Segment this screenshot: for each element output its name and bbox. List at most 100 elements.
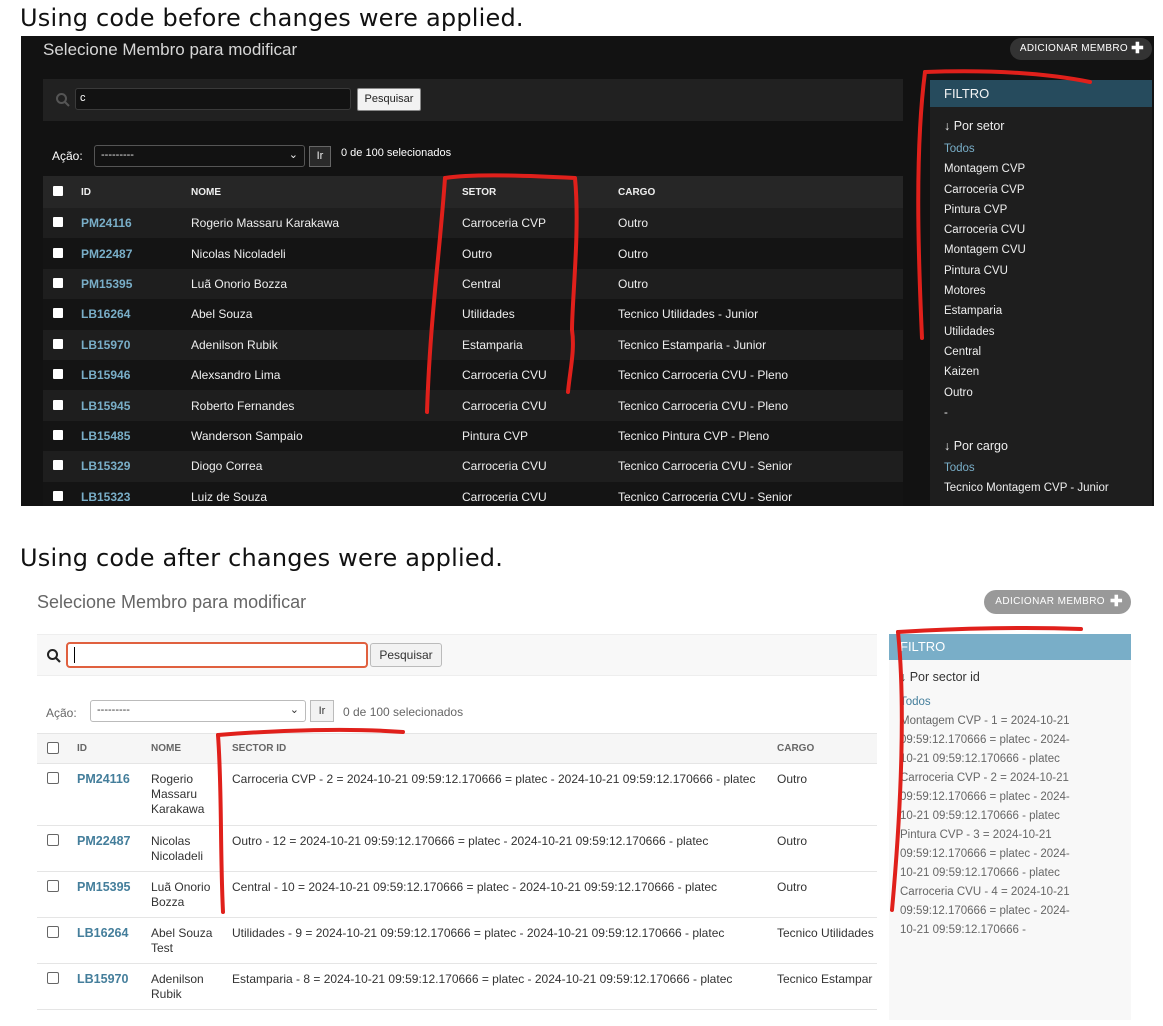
select-all-checkbox[interactable]: [47, 742, 59, 754]
member-id-link[interactable]: PM15395: [77, 880, 131, 894]
filter-item[interactable]: Central: [930, 346, 1152, 366]
search-button[interactable]: Pesquisar: [357, 88, 421, 111]
column-header-id[interactable]: ID: [77, 733, 151, 764]
page-title: Selecione Membro para modificar: [43, 40, 298, 59]
member-id-link[interactable]: PM24116: [81, 216, 132, 230]
column-header-cargo[interactable]: CARGO: [777, 733, 877, 764]
row-nome-cell: Nicolas Nicoladeli: [151, 825, 232, 872]
row-setor-cell: Carroceria CVP: [462, 216, 547, 231]
row-checkbox[interactable]: [47, 880, 59, 892]
go-button[interactable]: Ir: [310, 700, 334, 722]
filter-item[interactable]: Pintura CVU: [930, 265, 1152, 285]
row-checkbox[interactable]: [53, 308, 63, 319]
filter-item[interactable]: Carroceria CVU: [930, 224, 1152, 244]
table-row: LB15946 Alexsandro Lima Carroceria CVU Tecn…: [43, 359, 903, 391]
filter-item[interactable]: Estamparia: [930, 305, 1152, 325]
search-input[interactable]: [66, 642, 368, 668]
member-id-link[interactable]: LB15946: [81, 368, 130, 382]
filter-item-all[interactable]: Todos: [930, 143, 1152, 163]
row-nome-cell: Adenilson Rubik: [151, 963, 232, 1010]
row-id-cell: PM22487: [81, 238, 191, 268]
table-header-row: ID NOME SECTOR ID CARGO: [37, 733, 877, 764]
row-checkbox[interactable]: [47, 772, 59, 784]
member-id-link[interactable]: PM15395: [81, 277, 132, 291]
row-checkbox[interactable]: [53, 369, 63, 380]
action-label: Ação:: [52, 149, 83, 163]
row-setor-cell: Estamparia: [462, 337, 523, 352]
filter-item[interactable]: Montagem CVP: [930, 163, 1152, 183]
row-select-cell: [43, 269, 81, 299]
row-nome-cell: Abel Souza Test: [151, 917, 232, 964]
go-button[interactable]: Ir: [309, 146, 331, 167]
search-button[interactable]: Pesquisar: [370, 643, 442, 667]
row-checkbox[interactable]: [53, 399, 63, 410]
filter-item[interactable]: Montagem CVP - 1 = 2024-10-21 09:59:12.1…: [889, 712, 1079, 769]
filter-item[interactable]: Tecnico Montagem CVP - Junior: [930, 482, 1152, 502]
action-select-value: ---------: [97, 704, 130, 716]
results-table: ID NOME SETOR CARGO PM24116 Rogerio Massa…: [43, 176, 903, 506]
row-checkbox[interactable]: [53, 490, 63, 501]
row-checkbox[interactable]: [47, 834, 59, 846]
row-checkbox[interactable]: [53, 460, 63, 471]
filter-item[interactable]: Utilidades: [930, 326, 1152, 346]
search-icon: [47, 649, 61, 663]
column-header-cargo[interactable]: CARGO: [618, 176, 903, 208]
row-nome-cell: Rogerio Massaru Karakawa: [151, 763, 232, 826]
member-id-link[interactable]: PM22487: [77, 834, 131, 848]
filter-item-all[interactable]: Todos: [930, 462, 1152, 482]
add-member-button[interactable]: ADICIONAR MEMBRO ✚: [984, 590, 1131, 614]
row-select-cell: [43, 238, 81, 268]
filter-section-setor: ↓ Por setor: [944, 119, 1005, 133]
action-select[interactable]: --------- ⌄: [90, 700, 306, 722]
row-checkbox[interactable]: [53, 217, 63, 228]
column-header-nome[interactable]: NOME: [191, 176, 462, 208]
row-checkbox[interactable]: [53, 277, 63, 288]
row-checkbox[interactable]: [47, 972, 59, 984]
row-select-cell: [37, 763, 77, 826]
column-header-setor[interactable]: SETOR: [462, 176, 618, 208]
filter-item[interactable]: Motores: [930, 285, 1152, 305]
row-id-cell: LB15329: [81, 451, 191, 481]
column-header-sector-id[interactable]: SECTOR ID: [232, 733, 777, 764]
search-input[interactable]: c: [75, 88, 351, 110]
filter-item[interactable]: Kaizen: [930, 366, 1152, 386]
member-id-link[interactable]: LB15970: [81, 338, 130, 352]
filter-item[interactable]: Pintura CVP - 3 = 2024-10-21 09:59:12.17…: [889, 826, 1079, 883]
results-table: ID NOME SECTOR ID CARGO PM24116 Rogerio M…: [37, 733, 877, 1010]
filter-list-setor: Todos Montagem CVP Carroceria CVP Pintura C…: [930, 143, 1152, 427]
filter-item[interactable]: Carroceria CVU - 4 = 2024-10-21 09:59:12…: [889, 883, 1079, 940]
member-id-link[interactable]: LB15970: [77, 972, 128, 986]
row-cargo-cell: Tecnico Carroceria CVU - Pleno: [618, 368, 789, 383]
filter-item[interactable]: -: [930, 407, 1152, 427]
action-select[interactable]: --------- ⌄: [94, 145, 305, 167]
member-id-link[interactable]: LB16264: [81, 307, 130, 321]
row-setor-cell: Central: [462, 276, 501, 291]
member-id-link[interactable]: LB15945: [81, 399, 130, 413]
filter-section-sector-id: ↓ Por sector id: [900, 670, 980, 684]
filter-item-all[interactable]: Todos: [889, 693, 1079, 712]
filter-item[interactable]: Carroceria CVP: [930, 184, 1152, 204]
member-id-link[interactable]: LB15323: [81, 490, 130, 504]
row-cargo-cell: Tecnico Carroceria CVU - Senior: [618, 489, 793, 504]
filter-item[interactable]: Montagem CVU: [930, 244, 1152, 264]
filter-item[interactable]: Pintura CVP: [930, 204, 1152, 224]
column-header-nome[interactable]: NOME: [151, 733, 232, 764]
filter-item[interactable]: Outro: [930, 387, 1152, 407]
member-id-link[interactable]: LB15485: [81, 429, 130, 443]
add-member-button[interactable]: ADICIONAR MEMBRO ✚: [1009, 38, 1152, 60]
member-id-link[interactable]: PM22487: [81, 247, 132, 261]
member-id-link[interactable]: LB15329: [81, 459, 130, 473]
row-checkbox[interactable]: [53, 338, 63, 349]
row-nome-cell: Abel Souza: [191, 307, 253, 322]
row-select-cell: [43, 299, 81, 329]
row-checkbox[interactable]: [53, 247, 63, 258]
row-sector-id-cell: Utilidades - 9 = 2024-10-21 09:59:12.170…: [232, 917, 777, 964]
select-all-checkbox[interactable]: [53, 185, 63, 196]
member-id-link[interactable]: LB16264: [77, 926, 128, 940]
selection-count: 0 de 100 selecionados: [341, 147, 452, 159]
column-header-id[interactable]: ID: [81, 176, 191, 208]
row-checkbox[interactable]: [47, 926, 59, 938]
row-checkbox[interactable]: [53, 429, 63, 440]
filter-item[interactable]: Carroceria CVP - 2 = 2024-10-21 09:59:12…: [889, 769, 1079, 826]
member-id-link[interactable]: PM24116: [77, 772, 130, 786]
